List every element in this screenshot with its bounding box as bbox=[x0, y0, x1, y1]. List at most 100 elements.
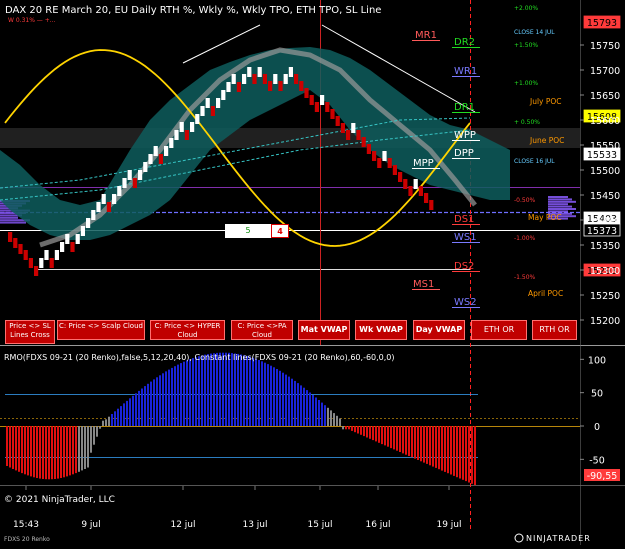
renko-brick-down bbox=[132, 178, 137, 188]
renko-brick-up bbox=[283, 74, 288, 84]
renko-brick-up bbox=[221, 90, 226, 100]
renko-brick-down bbox=[398, 172, 403, 182]
eth-or-button[interactable]: ETH OR bbox=[471, 320, 527, 340]
mat-vwap-button[interactable]: Mat VWAP bbox=[298, 320, 350, 340]
price-chart[interactable]: MR1 DR2 WR1 DR1 WPP DPP MPP DS1 WS1 DS2 MS1 WS2 +2.0… bbox=[0, 0, 625, 545]
renko-brick-down bbox=[356, 130, 361, 140]
rmo-bar-neg bbox=[45, 426, 47, 480]
renko-brick-up bbox=[86, 218, 91, 228]
rmo-bar-neg bbox=[66, 426, 68, 477]
pct-label: CLOSE 16 JUL bbox=[514, 158, 555, 165]
rmo-bar-pos bbox=[147, 383, 149, 426]
renko-brick-up bbox=[143, 162, 148, 172]
rmo-bar-pos bbox=[120, 406, 122, 426]
rmo-bar-pos bbox=[234, 353, 236, 426]
renko-brick-up bbox=[153, 146, 158, 156]
rmo-bar-pos bbox=[264, 362, 266, 426]
chart-window: MR1 DR2 WR1 DR1 WPP DPP MPP DS1 WS1 DS2 MS1 WS2 +2.0… bbox=[0, 0, 625, 545]
rmo-bar-pos bbox=[240, 354, 242, 426]
rmo-bar-pos bbox=[333, 413, 335, 426]
rmo-bar-pos bbox=[183, 361, 185, 426]
rmo-bar-pos bbox=[237, 353, 239, 426]
rmo-bar-neg bbox=[99, 426, 101, 429]
rmo-bar-neg bbox=[399, 426, 401, 452]
renko-brick-up bbox=[179, 122, 184, 132]
rmo-bar-neg bbox=[354, 426, 356, 433]
renko-brick-up bbox=[60, 242, 65, 252]
x-tick-label: 12 jul bbox=[170, 520, 195, 530]
wk-vwap-button[interactable]: Wk VWAP bbox=[355, 320, 407, 340]
renko-brick-down bbox=[158, 154, 163, 164]
ninjatrader-logo: NINJATRADER bbox=[514, 533, 590, 543]
renko-brick-up bbox=[112, 194, 117, 204]
rmo-bar-neg bbox=[36, 426, 38, 478]
price-tag-label: 15373 bbox=[587, 226, 617, 237]
renko-brick-down bbox=[392, 165, 397, 175]
rmo-bar-pos bbox=[201, 355, 203, 426]
pa-cloud-button[interactable]: C: Price <>PA Cloud bbox=[231, 320, 293, 340]
rmo-bar-neg bbox=[27, 426, 29, 476]
renko-brick-up bbox=[351, 123, 356, 133]
rmo-bar-neg bbox=[360, 426, 362, 435]
x-tick-label: 9 jul bbox=[81, 520, 100, 530]
profile-bar bbox=[548, 198, 572, 201]
y-tick-label: 15700 bbox=[590, 66, 620, 77]
rmo-bar-neg bbox=[63, 426, 65, 478]
renko-brick-up bbox=[127, 170, 132, 180]
rmo-bar-pos bbox=[162, 373, 164, 426]
rmo-bar-pos bbox=[171, 367, 173, 426]
y-tick-label: 15300 bbox=[590, 266, 620, 277]
rmo-bar-pos bbox=[309, 392, 311, 426]
renko-brick-up bbox=[117, 186, 122, 196]
renko-brick-down bbox=[262, 74, 267, 84]
rmo-bar-neg bbox=[474, 426, 476, 486]
rmo-bar-pos bbox=[270, 365, 272, 426]
price-sl-cross-button[interactable]: Price <> SL Lines Cross bbox=[5, 320, 55, 344]
renko-brick-down bbox=[346, 130, 351, 140]
rmo-bar-neg bbox=[21, 426, 23, 474]
rmo-bar-pos bbox=[135, 393, 137, 426]
pivot-label-dr1: DR1 bbox=[454, 102, 475, 113]
day-vwap-button[interactable]: Day VWAP bbox=[413, 320, 465, 340]
pivot-label-ds1: DS1 bbox=[454, 214, 474, 225]
renko-brick-down bbox=[314, 102, 319, 112]
renko-brick-up bbox=[226, 82, 231, 92]
rmo-bar-neg bbox=[75, 426, 77, 474]
rmo-bar-neg bbox=[402, 426, 404, 454]
rmo-bar-pos bbox=[288, 376, 290, 426]
x-tick-label: 15 jul bbox=[307, 520, 332, 530]
renko-brick-up bbox=[164, 146, 169, 156]
rmo-bar-pos bbox=[276, 369, 278, 426]
pct-label: +2.00% bbox=[514, 5, 538, 12]
hyper-cloud-button[interactable]: C: Price <> HYPER Cloud bbox=[150, 320, 225, 340]
rmo-bar-neg bbox=[435, 426, 437, 468]
scalp-cloud-button[interactable]: C: Price <> Scalp Cloud bbox=[57, 320, 145, 340]
rmo-bar-pos bbox=[324, 405, 326, 426]
rmo-last-value-label: -90,55 bbox=[587, 471, 618, 482]
rmo-bar-neg bbox=[342, 426, 344, 430]
rmo-bar-pos bbox=[243, 355, 245, 426]
rmo-bar-neg bbox=[411, 426, 413, 458]
renko-brick-up bbox=[247, 67, 252, 77]
rmo-bar-pos bbox=[150, 381, 152, 426]
rmo-bar-pos bbox=[315, 397, 317, 426]
y-tick-label: 15250 bbox=[590, 291, 620, 302]
rmo-y-tick-label: -50 bbox=[589, 455, 605, 466]
renko-brick-up bbox=[96, 202, 101, 212]
renko-brick-down bbox=[252, 74, 257, 84]
renko-brick-down bbox=[325, 102, 330, 112]
rmo-bar-neg bbox=[441, 426, 443, 471]
pct-label: -0.50% bbox=[514, 197, 536, 204]
renko-brick-down bbox=[184, 130, 189, 140]
rmo-y-tick-label: 50 bbox=[591, 389, 603, 400]
pivot-label-wr1: WR1 bbox=[454, 66, 477, 77]
rmo-bar-pos bbox=[153, 379, 155, 426]
rmo-bar-neg bbox=[33, 426, 35, 478]
poc-label: April POC bbox=[528, 289, 563, 298]
rmo-bar-neg bbox=[348, 426, 350, 430]
rth-or-button[interactable]: RTH OR bbox=[532, 320, 577, 340]
renko-brick-up bbox=[174, 130, 179, 140]
rmo-bar-neg bbox=[84, 426, 86, 469]
rmo-bar-pos bbox=[102, 420, 104, 426]
poc-label: July POC bbox=[529, 97, 562, 106]
